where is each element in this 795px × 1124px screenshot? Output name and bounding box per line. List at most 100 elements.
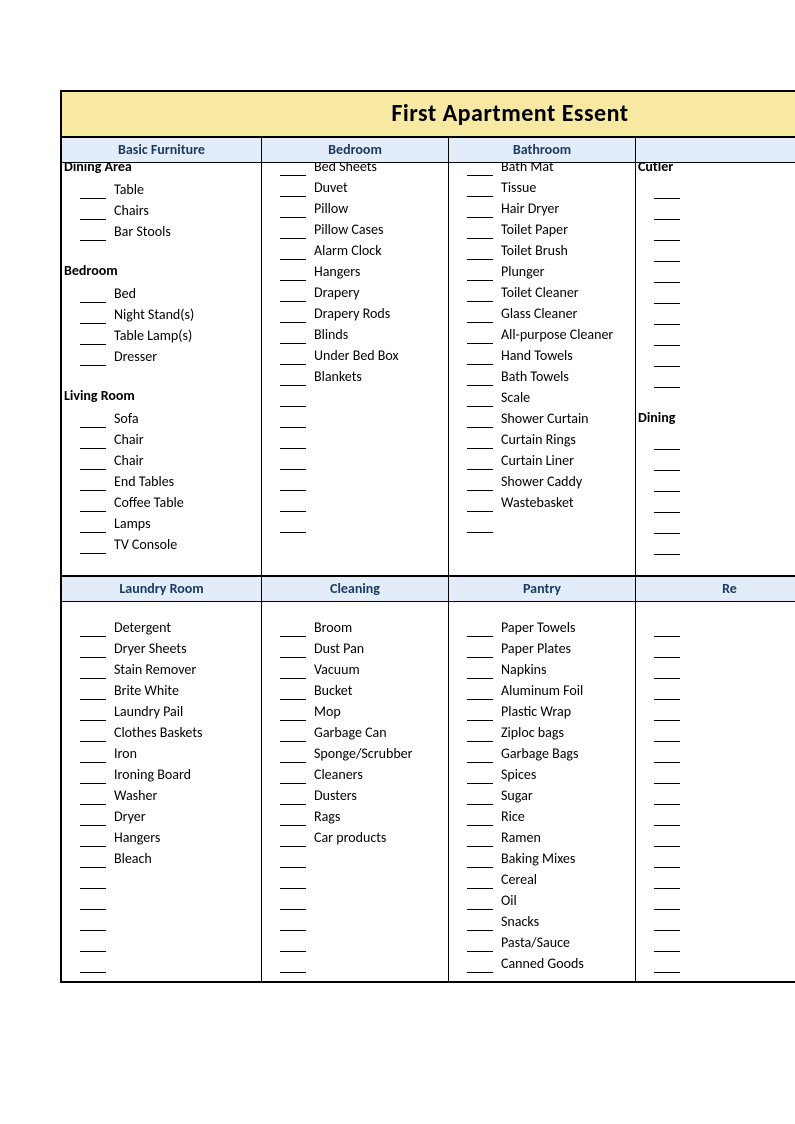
check-line[interactable] [467, 348, 493, 365]
check-line[interactable] [80, 432, 106, 449]
check-line[interactable] [280, 788, 306, 805]
check-line[interactable] [280, 956, 306, 973]
check-line[interactable] [467, 893, 493, 910]
check-line[interactable] [467, 683, 493, 700]
check-line[interactable] [467, 432, 493, 449]
check-line[interactable] [280, 264, 306, 281]
check-line[interactable] [80, 914, 106, 931]
check-line[interactable] [80, 349, 106, 366]
check-line[interactable] [654, 182, 680, 199]
check-line[interactable] [654, 266, 680, 283]
check-line[interactable] [80, 307, 106, 324]
check-line[interactable] [654, 350, 680, 367]
check-line[interactable] [80, 495, 106, 512]
check-line[interactable] [80, 411, 106, 428]
check-line[interactable] [467, 453, 493, 470]
check-line[interactable] [654, 956, 680, 973]
check-line[interactable] [80, 224, 106, 241]
check-line[interactable] [467, 163, 493, 176]
check-line[interactable] [467, 914, 493, 931]
check-line[interactable] [467, 809, 493, 826]
check-line[interactable] [280, 516, 306, 533]
check-line[interactable] [280, 411, 306, 428]
check-line[interactable] [280, 306, 306, 323]
check-line[interactable] [80, 516, 106, 533]
check-line[interactable] [80, 683, 106, 700]
check-line[interactable] [654, 935, 680, 952]
check-line[interactable] [654, 496, 680, 513]
check-line[interactable] [654, 641, 680, 658]
check-line[interactable] [467, 411, 493, 428]
check-line[interactable] [80, 935, 106, 952]
check-line[interactable] [280, 474, 306, 491]
check-line[interactable] [467, 641, 493, 658]
check-line[interactable] [280, 767, 306, 784]
check-line[interactable] [80, 620, 106, 637]
check-line[interactable] [467, 495, 493, 512]
check-line[interactable] [654, 329, 680, 346]
check-line[interactable] [280, 704, 306, 721]
check-line[interactable] [654, 287, 680, 304]
check-line[interactable] [654, 371, 680, 388]
check-line[interactable] [280, 662, 306, 679]
check-line[interactable] [280, 893, 306, 910]
check-line[interactable] [280, 390, 306, 407]
check-line[interactable] [80, 956, 106, 973]
check-line[interactable] [280, 180, 306, 197]
check-line[interactable] [80, 893, 106, 910]
check-line[interactable] [80, 872, 106, 889]
check-line[interactable] [280, 683, 306, 700]
check-line[interactable] [654, 809, 680, 826]
check-line[interactable] [467, 285, 493, 302]
check-line[interactable] [80, 767, 106, 784]
check-line[interactable] [280, 830, 306, 847]
check-line[interactable] [467, 474, 493, 491]
check-line[interactable] [467, 222, 493, 239]
check-line[interactable] [80, 851, 106, 868]
check-line[interactable] [654, 746, 680, 763]
check-line[interactable] [467, 306, 493, 323]
check-line[interactable] [654, 788, 680, 805]
check-line[interactable] [80, 537, 106, 554]
check-line[interactable] [467, 662, 493, 679]
check-line[interactable] [80, 474, 106, 491]
check-line[interactable] [467, 620, 493, 637]
check-line[interactable] [654, 620, 680, 637]
check-line[interactable] [280, 620, 306, 637]
check-line[interactable] [467, 746, 493, 763]
check-line[interactable] [654, 725, 680, 742]
check-line[interactable] [654, 454, 680, 471]
check-line[interactable] [280, 453, 306, 470]
check-line[interactable] [467, 264, 493, 281]
check-line[interactable] [467, 956, 493, 973]
check-line[interactable] [654, 830, 680, 847]
check-line[interactable] [280, 222, 306, 239]
check-line[interactable] [280, 369, 306, 386]
check-line[interactable] [467, 516, 493, 533]
check-line[interactable] [80, 453, 106, 470]
check-line[interactable] [80, 746, 106, 763]
check-line[interactable] [80, 662, 106, 679]
check-line[interactable] [280, 327, 306, 344]
check-line[interactable] [280, 163, 306, 176]
check-line[interactable] [80, 830, 106, 847]
check-line[interactable] [467, 369, 493, 386]
check-line[interactable] [280, 201, 306, 218]
check-line[interactable] [280, 641, 306, 658]
check-line[interactable] [467, 704, 493, 721]
check-line[interactable] [467, 788, 493, 805]
check-line[interactable] [467, 830, 493, 847]
check-line[interactable] [654, 475, 680, 492]
check-line[interactable] [467, 935, 493, 952]
check-line[interactable] [654, 893, 680, 910]
check-line[interactable] [280, 746, 306, 763]
check-line[interactable] [654, 767, 680, 784]
check-line[interactable] [654, 203, 680, 220]
check-line[interactable] [654, 914, 680, 931]
check-line[interactable] [467, 180, 493, 197]
check-line[interactable] [467, 767, 493, 784]
check-line[interactable] [467, 243, 493, 260]
check-line[interactable] [80, 809, 106, 826]
check-line[interactable] [80, 788, 106, 805]
check-line[interactable] [280, 348, 306, 365]
